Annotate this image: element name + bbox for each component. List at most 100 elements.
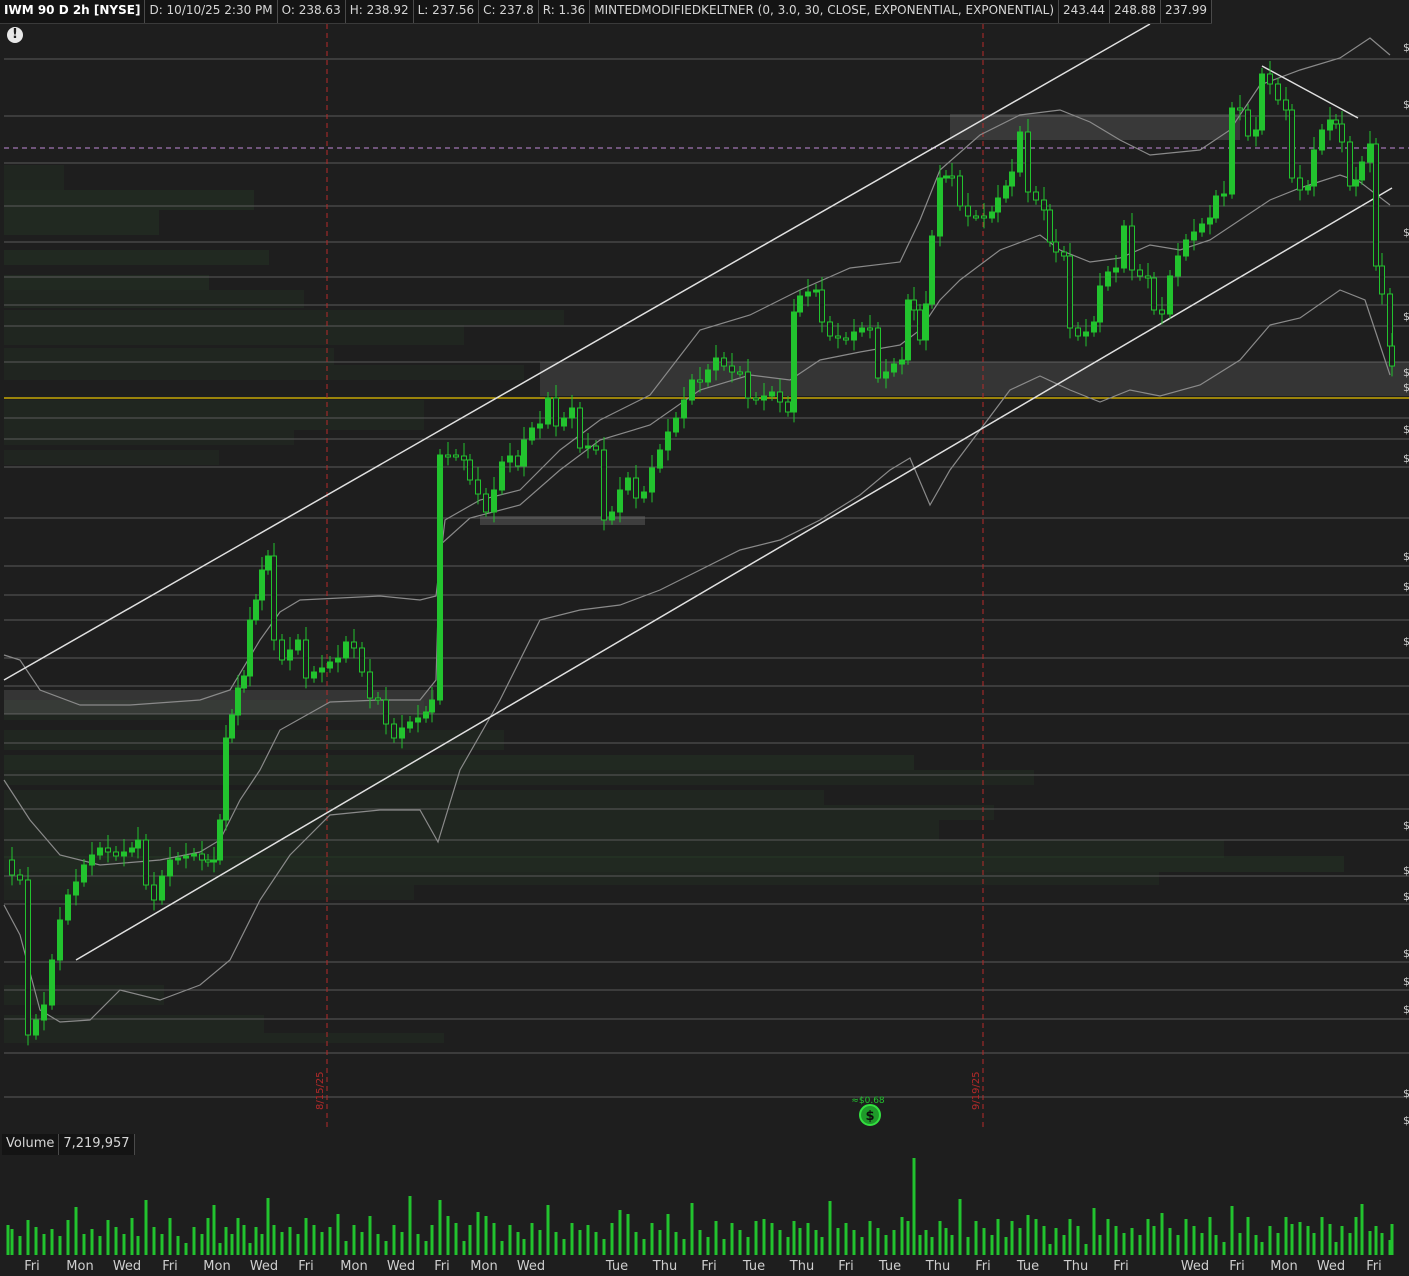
candle[interactable] xyxy=(1097,273,1103,333)
candle[interactable] xyxy=(499,456,505,495)
price-chart[interactable]: 8/15/25 9/19/25 $ $ $ $ $ $ $ $ $ $ $ $ $ $ $ $ $ $ $ ≈$0.6… xyxy=(0,24,1409,1130)
candle[interactable] xyxy=(673,412,679,437)
candle[interactable] xyxy=(1199,218,1205,237)
candle[interactable] xyxy=(1061,246,1067,261)
candle[interactable] xyxy=(1167,270,1173,319)
candle[interactable] xyxy=(1075,322,1081,341)
candle[interactable] xyxy=(1017,126,1023,177)
candle[interactable] xyxy=(1367,131,1373,173)
candle[interactable] xyxy=(805,279,811,307)
candle[interactable] xyxy=(1373,138,1379,271)
candle[interactable] xyxy=(813,284,819,297)
candle[interactable] xyxy=(1297,165,1303,201)
candle[interactable] xyxy=(965,193,971,227)
candle[interactable] xyxy=(303,627,309,689)
candle[interactable] xyxy=(247,607,253,687)
candle[interactable] xyxy=(507,443,513,473)
candle[interactable] xyxy=(1353,167,1359,197)
candle[interactable] xyxy=(1047,204,1053,247)
candle[interactable] xyxy=(515,450,521,471)
candle[interactable] xyxy=(1091,316,1097,337)
candle[interactable] xyxy=(875,322,881,383)
candle[interactable] xyxy=(1067,243,1073,339)
candle[interactable] xyxy=(989,206,995,223)
candle[interactable] xyxy=(467,454,473,485)
candle[interactable] xyxy=(295,634,301,655)
candle[interactable] xyxy=(843,332,849,345)
candle[interactable] xyxy=(351,629,357,659)
candle[interactable] xyxy=(973,210,979,221)
candle[interactable] xyxy=(937,165,943,247)
candle[interactable] xyxy=(827,316,833,341)
candle[interactable] xyxy=(867,315,873,339)
candle[interactable] xyxy=(241,670,247,693)
candle[interactable] xyxy=(327,656,333,673)
candle[interactable] xyxy=(911,287,917,321)
candle[interactable] xyxy=(271,543,277,651)
candle[interactable] xyxy=(453,449,459,461)
candle[interactable] xyxy=(1221,181,1227,207)
candle[interactable] xyxy=(585,433,591,459)
candle[interactable] xyxy=(561,412,567,431)
candle[interactable] xyxy=(1229,102,1235,199)
candle[interactable] xyxy=(929,230,935,309)
volume-chart[interactable] xyxy=(0,1156,1409,1256)
candle[interactable] xyxy=(1083,319,1089,347)
candle[interactable] xyxy=(359,642,365,677)
candle[interactable] xyxy=(343,636,349,663)
candle[interactable] xyxy=(1319,124,1325,155)
candle[interactable] xyxy=(633,465,639,509)
candle[interactable] xyxy=(49,954,55,1010)
candle[interactable] xyxy=(625,472,631,495)
candle[interactable] xyxy=(1305,180,1311,195)
candle[interactable] xyxy=(253,594,259,625)
candle[interactable] xyxy=(649,455,655,503)
candle[interactable] xyxy=(217,814,223,865)
candle[interactable] xyxy=(641,486,647,503)
candle[interactable] xyxy=(25,867,31,1046)
candle[interactable] xyxy=(1041,187,1047,221)
candle[interactable] xyxy=(995,185,1001,223)
candle[interactable] xyxy=(1283,87,1289,121)
candle[interactable] xyxy=(1137,264,1143,281)
study-label[interactable]: MINTEDMODIFIEDKELTNER (0, 3.0, 30, CLOSE… xyxy=(590,0,1059,23)
candle[interactable] xyxy=(1129,213,1135,281)
candle[interactable] xyxy=(483,488,489,517)
symbol-label[interactable]: IWM 90 D 2h [NYSE] xyxy=(0,0,146,23)
candle[interactable] xyxy=(1105,266,1111,291)
candle[interactable] xyxy=(545,392,551,429)
candle[interactable] xyxy=(819,277,825,333)
candle[interactable] xyxy=(1275,78,1281,105)
candle[interactable] xyxy=(859,322,865,337)
candle[interactable] xyxy=(521,427,527,477)
candle[interactable] xyxy=(949,163,955,187)
candle[interactable] xyxy=(1311,137,1317,197)
candle[interactable] xyxy=(287,637,293,671)
candle[interactable] xyxy=(601,437,607,531)
candle[interactable] xyxy=(835,323,841,349)
candle[interactable] xyxy=(957,170,963,211)
candle[interactable] xyxy=(1151,272,1157,315)
candle[interactable] xyxy=(1379,253,1385,305)
candle[interactable] xyxy=(475,467,481,505)
candle[interactable] xyxy=(923,291,929,351)
candle[interactable] xyxy=(1347,136,1353,191)
candle[interactable] xyxy=(577,402,583,453)
candle[interactable] xyxy=(265,550,271,575)
candle[interactable] xyxy=(1053,229,1059,263)
candle[interactable] xyxy=(1359,156,1365,185)
candle[interactable] xyxy=(1245,104,1251,141)
candle[interactable] xyxy=(665,419,671,461)
candle[interactable] xyxy=(1259,68,1265,135)
candle[interactable] xyxy=(491,477,497,523)
candle[interactable] xyxy=(319,655,325,683)
candle[interactable] xyxy=(657,444,663,473)
candle[interactable] xyxy=(311,666,317,683)
candle[interactable] xyxy=(445,442,451,466)
candle[interactable] xyxy=(1327,107,1333,141)
candle[interactable] xyxy=(529,422,535,445)
candle[interactable] xyxy=(335,645,341,673)
candle[interactable] xyxy=(1213,190,1219,223)
candle[interactable] xyxy=(851,319,857,351)
candle[interactable] xyxy=(1033,186,1039,205)
